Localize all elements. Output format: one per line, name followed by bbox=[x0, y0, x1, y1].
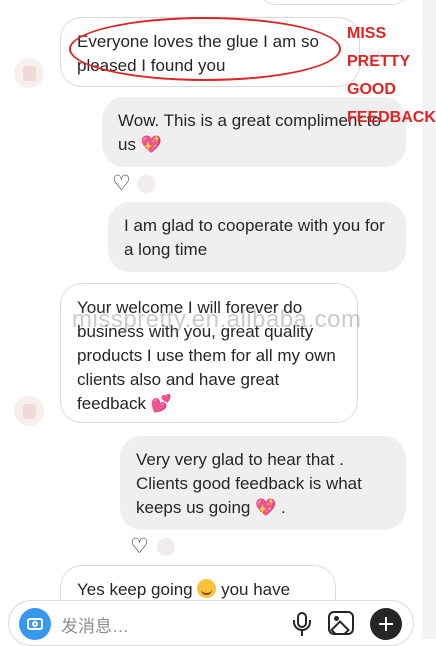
annotation-line: PRETTY bbox=[347, 53, 411, 70]
reactor-avatar bbox=[137, 175, 155, 193]
highlight-ellipse bbox=[69, 17, 341, 81]
microphone-icon[interactable] bbox=[289, 610, 315, 638]
previous-message-bubble bbox=[258, 0, 410, 5]
message-text: Your welcome I will forever do business … bbox=[77, 298, 336, 413]
smile-emoji-icon bbox=[197, 579, 217, 598]
reactor-avatar bbox=[157, 538, 175, 556]
heart-emoji-icon: 💕 bbox=[150, 394, 172, 413]
annotation-line: MISS bbox=[347, 25, 387, 42]
like-heart-icon[interactable]: ♡ bbox=[130, 536, 149, 557]
gallery-icon[interactable] bbox=[328, 611, 354, 635]
add-icon[interactable] bbox=[370, 608, 402, 640]
like-heart-icon[interactable]: ♡ bbox=[112, 173, 131, 194]
message-suffix: you have bbox=[216, 580, 291, 599]
message-bubble-outgoing[interactable]: Very very glad to hear that . Clients go… bbox=[120, 436, 406, 530]
message-bubble-incoming[interactable]: Your welcome I will forever do business … bbox=[60, 283, 358, 423]
message-text: Very very glad to hear that . Clients go… bbox=[136, 450, 362, 517]
message-input[interactable]: 发消息… bbox=[61, 612, 129, 637]
message-bubble-outgoing[interactable]: I am glad to cooperate with you for a lo… bbox=[108, 202, 406, 272]
message-text: Yes keep going bbox=[77, 580, 193, 599]
heart-emoji-icon: 💖 bbox=[255, 498, 277, 517]
message-text: I am glad to cooperate with you for a lo… bbox=[124, 216, 385, 259]
message-suffix: . bbox=[276, 498, 286, 517]
message-composer: 发消息… bbox=[8, 600, 414, 646]
annotation-line: FEEDBACK bbox=[347, 109, 436, 126]
camera-icon[interactable] bbox=[19, 608, 51, 640]
sender-avatar[interactable] bbox=[14, 396, 44, 426]
annotation-line: GOOD bbox=[347, 81, 396, 98]
sender-avatar[interactable] bbox=[14, 58, 44, 88]
heart-emoji-icon: 💖 bbox=[140, 135, 162, 154]
feedback-annotation: MISS PRETTY GOOD FEEDBACK bbox=[347, 20, 436, 132]
